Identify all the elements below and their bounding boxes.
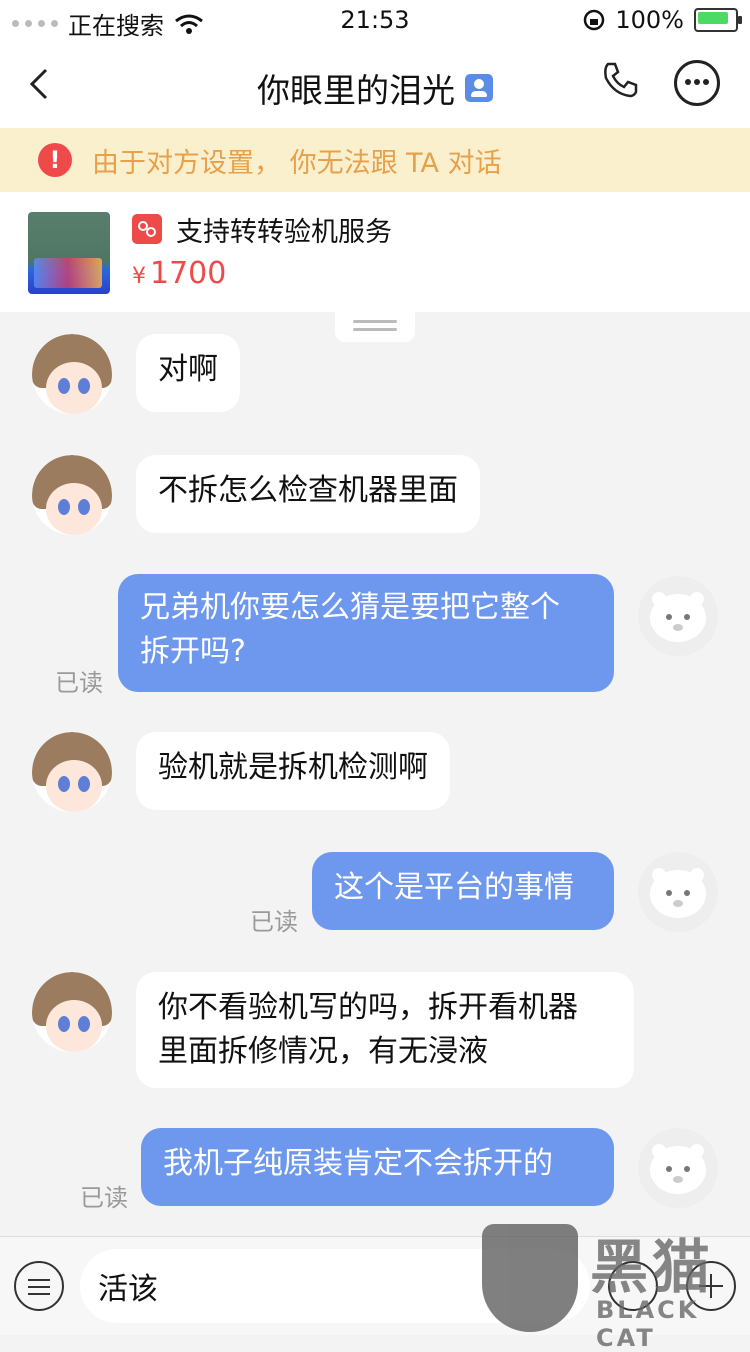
product-image[interactable] [28, 212, 110, 294]
price-value: 1700 [150, 256, 227, 291]
profile-card-icon[interactable] [465, 74, 493, 102]
pull-handle[interactable] [335, 312, 415, 342]
avatar[interactable] [32, 732, 112, 812]
read-receipt: 已读 [55, 669, 103, 697]
nav-bar: 你眼里的泪光 [0, 40, 750, 128]
cat-shield-icon [482, 1224, 578, 1332]
product-card[interactable]: 支持转转验机服务 ¥1700 [0, 192, 750, 312]
message-line: 里面拆修情况，有无浸液 [158, 1034, 488, 1069]
product-price: ¥1700 [132, 256, 226, 291]
avatar[interactable] [638, 852, 718, 932]
battery-icon [694, 8, 742, 32]
message-line: 拆开吗? [140, 634, 246, 669]
watermark-cn: 黑猫 [590, 1233, 715, 1301]
more-options-icon[interactable] [674, 60, 720, 106]
notice-text: 由于对方设置， 你无法跟 TA 对话 [92, 147, 502, 179]
message-line: 你不看验机写的吗，拆开看机器 [158, 990, 578, 1025]
message-bubble[interactable]: 你不看验机写的吗，拆开看机器 里面拆修情况，有无浸液 [136, 972, 634, 1088]
message-bubble[interactable]: 这个是平台的事情 [312, 852, 614, 930]
avatar[interactable] [32, 455, 112, 535]
read-receipt: 已读 [250, 908, 298, 936]
message-bubble[interactable]: 对啊 [136, 334, 240, 412]
message-line: 兄弟机你要怎么猜是要把它整个 [140, 590, 560, 625]
contact-name: 你眼里的泪光 [257, 71, 455, 110]
product-title: 支持转转验机服务 [176, 217, 392, 248]
avatar[interactable] [638, 1128, 718, 1208]
status-bar: 正在搜索 21:53 100% [0, 0, 750, 40]
avatar[interactable] [638, 576, 718, 656]
orientation-lock-icon [584, 9, 605, 31]
battery-percent: 100% [615, 6, 684, 34]
phone-icon[interactable] [600, 60, 640, 100]
blackcat-watermark: 黑猫 BLACK CAT [478, 1214, 750, 1352]
zhuanzhuan-logo-icon [132, 214, 162, 244]
message-bubble[interactable]: 验机就是拆机检测啊 [136, 732, 450, 810]
message-bubble[interactable]: 兄弟机你要怎么猜是要把它整个 拆开吗? [118, 574, 614, 692]
message-bubble[interactable]: 不拆怎么检查机器里面 [136, 455, 480, 533]
currency-symbol: ¥ [132, 264, 146, 289]
watermark-en: BLACK CAT [596, 1296, 700, 1352]
menu-icon[interactable] [14, 1261, 64, 1311]
status-right: 100% [583, 6, 742, 34]
read-receipt: 已读 [80, 1184, 128, 1212]
warning-icon: ! [38, 143, 72, 177]
message-bubble[interactable]: 我机子纯原装肯定不会拆开的 [141, 1128, 614, 1206]
avatar[interactable] [32, 334, 112, 414]
restriction-notice: ! 由于对方设置， 你无法跟 TA 对话 [0, 128, 750, 192]
avatar[interactable] [32, 972, 112, 1052]
